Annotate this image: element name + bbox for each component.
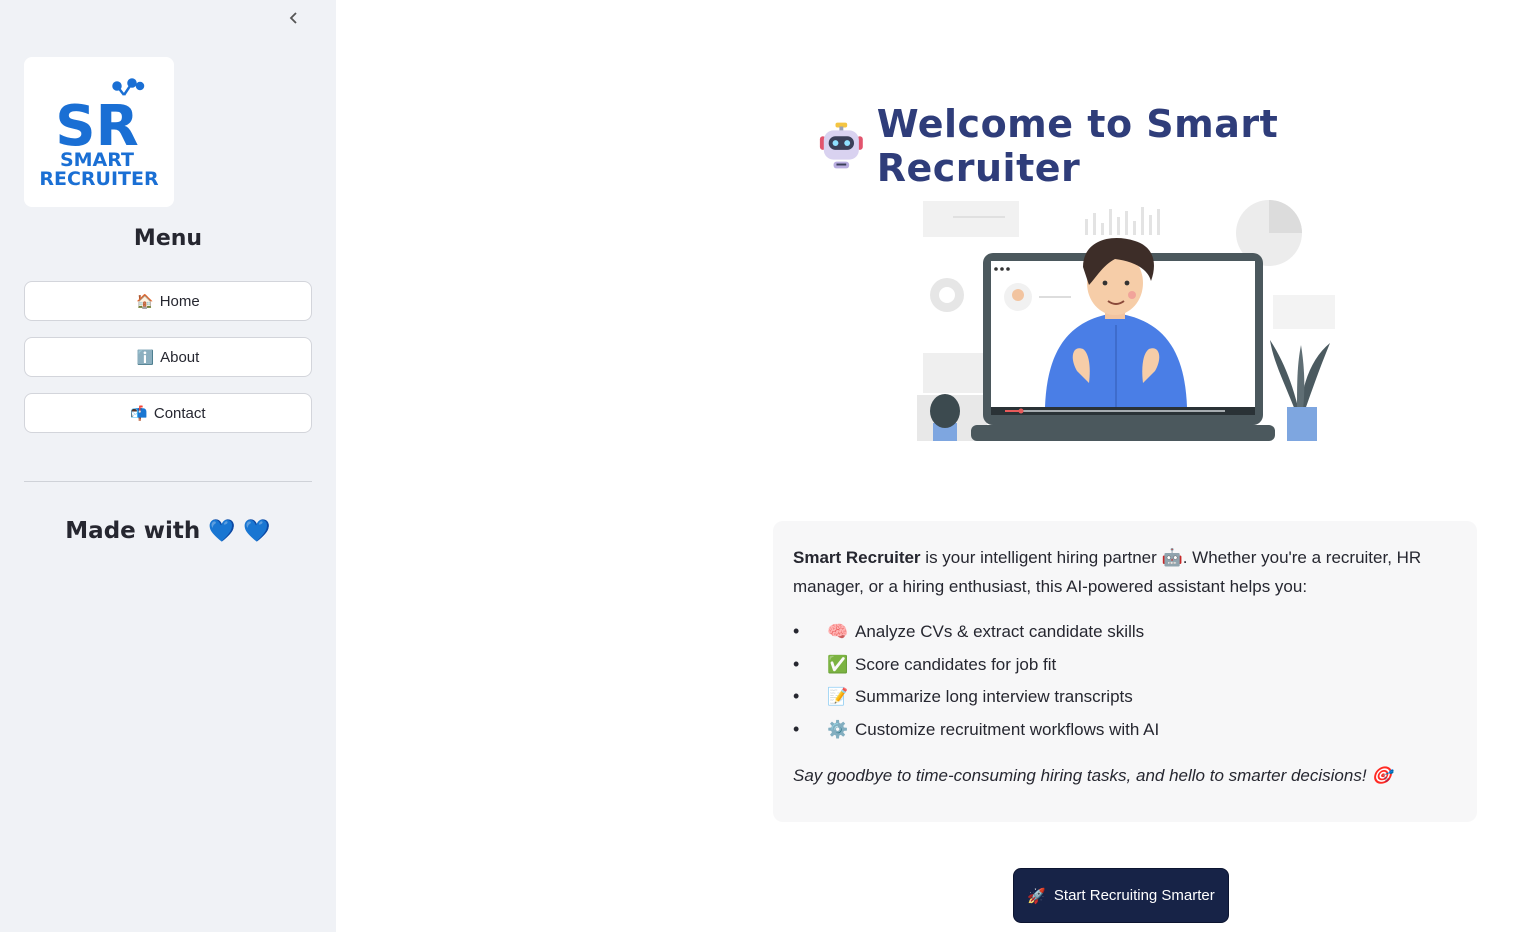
home-button[interactable]: 🏠 Home: [24, 281, 312, 321]
made-with-text: Made with 💙 💙: [24, 518, 312, 544]
about-label: About: [160, 348, 200, 366]
video-interview-illustration: [917, 200, 1335, 441]
robot-icon: [819, 122, 863, 169]
contact-label: Contact: [153, 404, 206, 422]
feature-text: Analyze CVs & extract candidate skills: [855, 622, 1145, 641]
info-icon: ℹ️: [136, 348, 155, 365]
feature-item: ⚙️ Customize recruitment workflows with A…: [793, 715, 1457, 748]
app-root: SR SMART RECRUITER Menu 🏠 Home ℹ️ About …: [0, 0, 1519, 932]
cta-label: Start Recruiting Smarter: [1053, 887, 1215, 904]
menu-title: Menu: [133, 226, 203, 251]
chevron-left-icon[interactable]: [282, 6, 306, 30]
feature-item: 🧠 Analyze CVs & extract candidate skills: [793, 617, 1457, 650]
memo-icon: 📝: [827, 687, 849, 706]
intro-paragraph: Smart Recruiter is your intelligent hiri…: [793, 543, 1457, 601]
sidebar-divider: [24, 481, 312, 482]
contact-button[interactable]: 📬 Contact: [24, 393, 312, 433]
feature-text: Score candidates for job fit: [855, 654, 1057, 674]
about-button[interactable]: ℹ️ About: [24, 337, 312, 377]
home-icon: 🏠: [136, 292, 154, 309]
heart-icon: 💙 💙: [208, 519, 271, 544]
closing-text: Say goodbye to time-consuming hiring tas…: [793, 761, 1457, 790]
rocket-icon: 🚀: [1027, 887, 1046, 905]
feature-item: ✅ Score candidates for job fit: [793, 650, 1457, 683]
logo-line2: RECRUITER: [39, 168, 159, 190]
intro-card: Smart Recruiter is your intelligent hiri…: [773, 521, 1477, 822]
logo: SR SMART RECRUITER: [24, 57, 174, 207]
made-with-label: Made with: [65, 518, 201, 544]
robot-emoji-icon: 🤖: [1161, 548, 1183, 567]
start-recruiting-button[interactable]: 🚀 Start Recruiting Smarter: [1013, 868, 1229, 923]
feature-text: Customize recruitment workflows with AI: [855, 719, 1160, 739]
check-icon: ✅: [827, 654, 849, 674]
brain-icon: 🧠: [827, 622, 849, 641]
intro-part1: is your intelligent hiring partner: [920, 548, 1162, 567]
sidebar: SR SMART RECRUITER Menu 🏠 Home ℹ️ About …: [0, 0, 336, 932]
page-title: Welcome to Smart Recruiter: [780, 102, 1480, 190]
home-label: Home: [159, 292, 200, 310]
feature-item: 📝 Summarize long interview transcripts: [793, 682, 1457, 715]
closing-label: Say goodbye to time-consuming hiring tas…: [793, 766, 1367, 785]
title-text: Welcome to Smart Recruiter: [876, 102, 1279, 190]
gear-icon: ⚙️: [827, 719, 849, 739]
feature-list: 🧠Analyze CVs & extract candidate skills …: [793, 617, 1457, 747]
mailbox-icon: 📬: [130, 404, 148, 421]
feature-text: Summarize long interview transcripts: [855, 687, 1133, 706]
target-icon: 🎯: [1371, 766, 1393, 785]
intro-bold: Smart Recruiter: [793, 548, 921, 567]
